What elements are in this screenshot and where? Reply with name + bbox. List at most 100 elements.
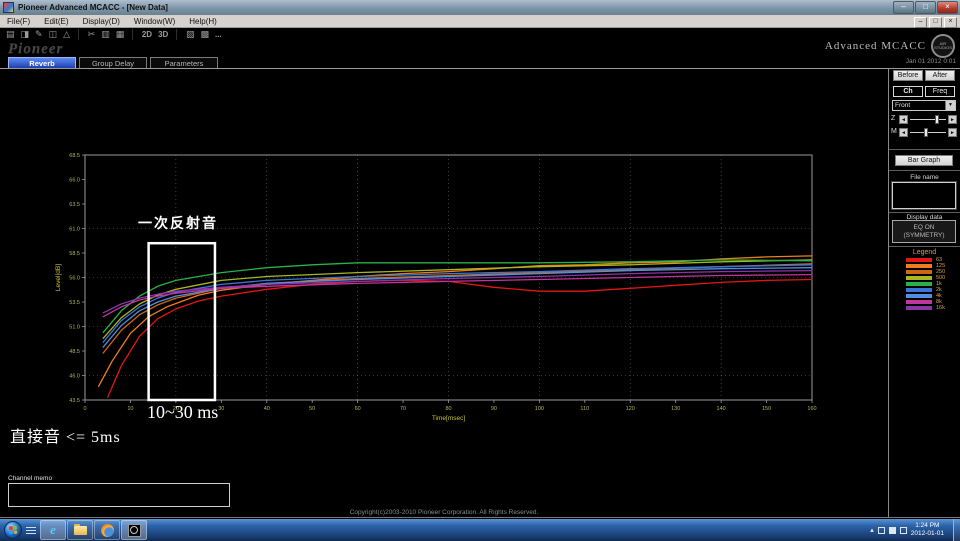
series-16k [102,269,813,314]
taskbar-windows-explorer[interactable] [67,520,93,540]
x-tick-label: 150 [762,406,771,412]
legend-swatch [906,294,932,298]
ch-toggle-button[interactable]: Ch [893,86,923,97]
taskbar-mcacc-app[interactable] [121,520,147,540]
measure-icon[interactable]: △ [63,29,70,39]
show-desktop-button[interactable] [953,519,960,541]
mdi-minimize-button[interactable]: – [914,17,927,28]
x-tick-label: 50 [309,406,315,412]
y-axis-title: Level[dB] [55,264,62,291]
legend-text: 16k [936,305,945,311]
m-slider-track[interactable] [910,132,946,133]
more-icon[interactable]: ... [215,30,222,39]
channel-select[interactable]: Front ▼ [892,100,956,111]
z-slider-handle[interactable] [935,115,939,124]
system-tray: ▴ 1:24 PM 2012-01-01 [870,519,952,541]
x-tick-label: 0 [83,406,86,412]
taskbar-firefox[interactable] [94,520,120,540]
pioneer-logo: Pioneer [8,41,64,57]
m-slider-right-arrow[interactable]: ► [948,128,957,137]
channel-memo-box[interactable] [8,483,230,507]
divider [889,246,960,247]
menu-edit[interactable]: Edit(E) [37,17,75,26]
legend-swatch [906,276,932,280]
separator: │ [76,29,82,39]
z-slider-row: Z ◄ ► [891,114,959,125]
m-slider-row: M ◄ ► [891,127,959,138]
control-sidebar: Before After Ch Freq Front ▼ Z ◄ ► M ◄ ►… [889,69,960,517]
m-slider-handle[interactable] [924,128,928,137]
application-window: Pioneer Advanced MCACC - [New Data] – □ … [0,0,960,541]
cut-icon[interactable]: ✂ [88,29,96,39]
mcacc-app-icon [127,523,141,537]
x-tick-label: 70 [400,406,406,412]
freq-toggle-button[interactable]: Freq [925,86,955,97]
quick-launch-icon[interactable] [26,524,36,536]
z-slider-right-arrow[interactable]: ► [948,115,957,124]
channel-memo-label: Channel memo [8,475,53,482]
hidden-icons-chevron[interactable]: ▴ [870,526,874,534]
grid-icon[interactable]: ▩ [200,29,209,39]
y-tick-label: 61.0 [69,227,80,233]
legend-swatch [906,300,932,304]
z-slider-label: Z [891,115,896,122]
y-tick-label: 56.0 [69,276,80,282]
paste-icon[interactable]: ▦ [116,29,125,39]
tab-bar: Reverb Group Delay Parameters [8,57,218,68]
menu-display[interactable]: Display(D) [76,17,127,26]
reverb-chart: 0 10 20 30 40 50 60 70 80 90 100 110 120 130 140 150 160… [55,153,817,422]
view-3d-button[interactable]: 3D [158,30,168,39]
taskbar-internet-explorer[interactable]: e [40,520,66,540]
maximize-button[interactable]: □ [915,1,936,14]
print-icon[interactable]: ◫ [49,29,58,39]
y-tick-label: 66.0 [69,178,80,184]
series-250 [102,263,813,354]
copy-icon[interactable]: ▥ [101,29,110,39]
bar-graph-button[interactable]: Bar Graph [895,155,953,166]
x-tick-label: 80 [445,406,451,412]
tab-reverb[interactable]: Reverb [8,57,76,68]
menu-file[interactable]: File(F) [0,17,37,26]
divider [889,149,960,150]
app-icon [3,2,14,13]
start-button[interactable] [4,521,22,539]
windows-logo-icon [8,525,18,535]
menu-help[interactable]: Help(H) [182,17,224,26]
pen-icon[interactable]: ✎ [35,29,43,39]
save-file-icon[interactable]: ◨ [21,29,30,39]
tray-icon[interactable] [888,526,896,534]
x-tick-label: 60 [355,406,361,412]
legend-swatch [906,282,932,286]
z-slider-left-arrow[interactable]: ◄ [899,115,908,124]
graph-icon[interactable]: ▧ [186,29,195,39]
m-slider-left-arrow[interactable]: ◄ [899,128,908,137]
chevron-down-icon[interactable]: ▼ [945,101,955,110]
menu-bar: File(F) Edit(E) Display(D) Window(W) Hel… [0,15,960,28]
clock-date: 2012-01-01 [910,530,944,537]
mdi-restore-button[interactable]: □ [929,17,942,28]
m-slider-label: M [891,128,897,135]
mdi-close-button[interactable]: × [944,17,957,28]
tab-group-delay[interactable]: Group Delay [79,57,147,68]
y-tick-label: 53.5 [69,300,80,306]
tray-icon[interactable] [899,526,907,534]
x-tick-label: 110 [580,406,589,412]
firefox-icon [100,523,114,537]
taskbar-clock[interactable]: 1:24 PM 2012-01-01 [911,522,944,538]
menu-window[interactable]: Window(W) [127,17,182,26]
x-tick-label: 100 [535,406,544,412]
view-2d-button[interactable]: 2D [142,30,152,39]
tray-icon[interactable] [877,526,885,534]
separator: │ [130,29,136,39]
close-button[interactable]: × [937,1,958,14]
x-tick-label: 10 [127,406,133,412]
x-tick-label: 40 [264,406,270,412]
after-button[interactable]: After [925,70,955,81]
y-tick-label: 51.0 [69,325,80,331]
open-file-icon[interactable]: ▤ [6,29,15,39]
z-slider-track[interactable] [910,119,946,120]
tab-parameters[interactable]: Parameters [150,57,218,68]
minimize-button[interactable]: – [893,1,914,14]
before-button[interactable]: Before [893,70,923,81]
separator: │ [174,29,180,39]
